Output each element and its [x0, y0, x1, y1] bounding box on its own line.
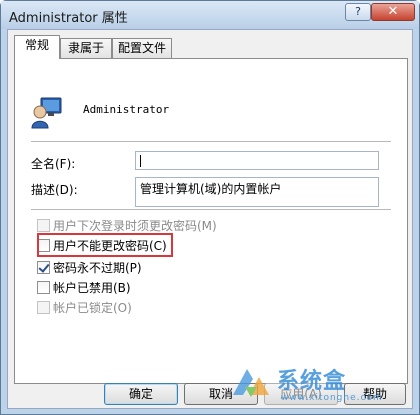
text-cursor	[140, 155, 141, 167]
checkbox-label: 密码永不过期(P)	[53, 260, 142, 275]
checkbox-box	[37, 280, 50, 294]
checkbox-box	[37, 300, 50, 314]
highlight-box	[37, 233, 173, 257]
watermark-logo-icon	[233, 369, 269, 397]
account-disabled-checkbox[interactable]: 帐户已禁用(B)	[37, 279, 131, 295]
help-icon[interactable]: ?	[345, 3, 371, 21]
checkbox-label: 帐户已锁定(O)	[53, 300, 132, 315]
checkbox-box	[37, 218, 50, 232]
fullname-label: 全名(F):	[31, 157, 76, 171]
fullname-field[interactable]	[135, 151, 379, 170]
watermark: 系统盒 www.xitonghe.com	[229, 359, 419, 411]
checkbox-box	[37, 260, 50, 274]
properties-window: Administrator 属性 ? ✕ 常规 隶属于 配置文件 Adminis…	[0, 0, 420, 415]
title-bar[interactable]: Administrator 属性 ? ✕	[1, 1, 419, 29]
checkbox-label: 用户下次登录时须更改密码(M)	[53, 218, 217, 233]
must-change-password-checkbox[interactable]: 用户下次登录时须更改密码(M)	[37, 217, 217, 233]
divider	[31, 141, 391, 143]
tab-general[interactable]: 常规	[14, 35, 60, 59]
password-never-expires-checkbox[interactable]: 密码永不过期(P)	[37, 259, 142, 275]
window-title: Administrator 属性	[9, 11, 128, 26]
ok-button[interactable]: 确定	[104, 383, 178, 405]
description-field[interactable]: 管理计算机(域)的内置帐户	[135, 177, 379, 207]
tab-member-of[interactable]: 隶属于	[60, 38, 112, 58]
user-name: Administrator	[83, 103, 170, 116]
checkbox-label: 帐户已禁用(B)	[53, 280, 131, 295]
watermark-name: 系统盒	[277, 369, 347, 394]
dialog-client: 常规 隶属于 配置文件 Administrator 全名(F): 描述(D): …	[7, 29, 413, 409]
divider	[31, 209, 391, 211]
watermark-url: www.xitonghe.com	[281, 393, 383, 403]
general-panel: Administrator 全名(F): 描述(D): 管理计算机(域)的内置帐…	[14, 58, 408, 384]
account-locked-checkbox[interactable]: 帐户已锁定(O)	[37, 299, 132, 315]
tab-profile[interactable]: 配置文件	[112, 38, 172, 58]
description-label: 描述(D):	[31, 183, 78, 197]
close-icon[interactable]: ✕	[371, 3, 415, 21]
user-icon	[31, 97, 62, 129]
